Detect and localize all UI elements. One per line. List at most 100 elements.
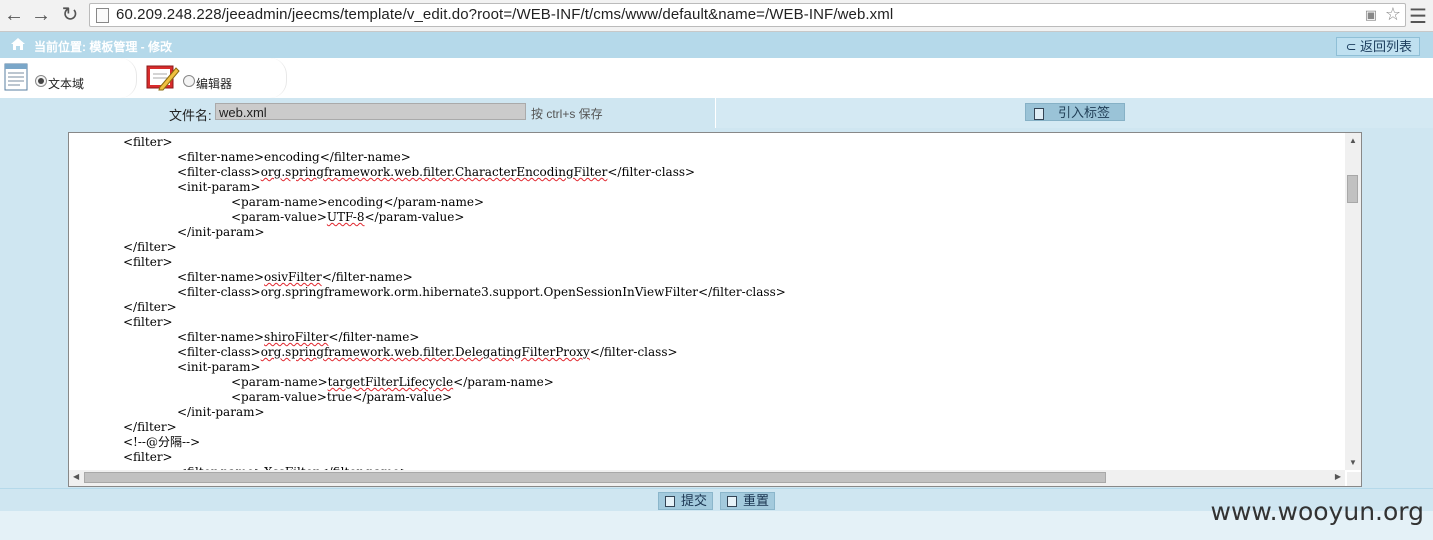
code-line: <filter> [123,315,173,330]
scroll-left-icon[interactable]: ◀ [73,472,79,481]
code-line: <filter-name>osivFilter</filter-name> [177,270,413,285]
code-line: <filter> [123,450,173,465]
code-tag: </param-value> [364,210,465,224]
code-value: org.springframework.web.filter.Character… [260,165,608,179]
insert-tag-label: 引入标签 [1057,105,1110,120]
code-text: <init-param> [177,180,261,194]
address-bar[interactable]: 60.209.248.228/jeeadmin/jeecms/template/… [89,3,1406,27]
code-text: <filter> [123,315,173,329]
code-tag: <param-name> [231,375,328,389]
code-line: <filter-name>encoding</filter-name> [177,150,411,165]
code-value: osivFilter [264,270,322,284]
mode-separator [120,58,137,98]
url-text[interactable]: 60.209.248.228/jeeadmin/jeecms/template/… [116,6,893,23]
page-icon [96,8,109,23]
filename-label: 文件名: [169,108,212,123]
reload-icon[interactable]: ↻ [59,4,81,26]
code-text: <filter> [123,450,173,464]
scroll-right-icon[interactable]: ▶ [1335,472,1341,481]
translate-icon[interactable]: ▣ [1365,7,1377,23]
save-hint: 按 ctrl+s 保存 [531,107,603,121]
resize-handle[interactable] [1347,472,1361,486]
code-line: <param-name>targetFilterLifecycle</param… [231,375,554,390]
home-icon [11,38,25,50]
vertical-scroll-thumb[interactable] [1347,175,1358,203]
back-to-list-label: 返回列表 [1359,39,1412,54]
forward-icon[interactable]: → [30,4,52,26]
reset-label: 重置 [743,493,770,508]
watermark: www.wooyun.org [1210,497,1424,526]
code-line: <filter> [123,255,173,270]
code-tag: </param-name> [383,195,485,209]
code-line: <!--@分隔--> [123,435,200,450]
code-line: <param-value>true</param-value> [231,390,452,405]
code-line: </filter> [123,240,177,255]
textarea-mode-radio[interactable] [35,75,47,87]
code-value: encoding [327,195,384,209]
code-text: </filter> [123,300,177,314]
submit-label: 提交 [681,493,708,508]
menu-icon[interactable]: ☰ [1409,4,1427,29]
breadcrumb: 当前位置: 模板管理 - 修改 [34,40,172,54]
horizontal-scrollbar[interactable]: ◀ ▶ [69,470,1345,486]
code-line: <filter-class>org.springframework.web.fi… [177,165,695,180]
editor-mode-radio[interactable] [183,75,195,87]
code-value: targetFilterLifecycle [327,375,454,389]
code-text: </init-param> [177,225,265,239]
code-tag: <filter-name> [177,270,265,284]
code-value: true [326,390,353,404]
clipboard-icon [1034,108,1044,120]
code-tag: <filter-name> [177,150,265,164]
textarea-mode-label[interactable]: 文本域 [48,75,84,92]
code-tag: <param-name> [231,195,328,209]
horizontal-scroll-thumb[interactable] [84,472,1106,483]
code-tag: <filter-class> [177,345,261,359]
scroll-up-icon[interactable]: ▲ [1349,136,1357,145]
code-line: <init-param> [177,180,261,195]
code-textarea[interactable]: <filter> <filter-name>encoding</filter-na… [68,132,1362,487]
editor-icon [146,65,180,91]
code-text: <filter> [123,135,173,149]
code-tag: </filter-name> [321,270,413,284]
code-tag: <param-value> [231,390,327,404]
filename-input[interactable]: web.xml [215,103,526,120]
browser-toolbar: ← → ↻ 60.209.248.228/jeeadmin/jeecms/tem… [0,0,1433,32]
code-line: <param-name>encoding</param-name> [231,195,484,210]
return-icon: ⊂ [1345,39,1357,54]
code-tag: <filter-class> [177,165,261,179]
back-to-list-button[interactable]: ⊂ 返回列表 [1336,37,1420,56]
code-value: encoding [264,150,320,164]
code-value: shiroFilter [264,330,329,344]
code-tag: </filter-class> [607,165,696,179]
star-icon[interactable]: ☆ [1385,4,1401,25]
location-bar: 当前位置: 模板管理 - 修改 ⊂ 返回列表 [0,32,1433,59]
code-text: </init-param> [177,405,265,419]
code-text: <filter> [123,255,173,269]
code-line: </init-param> [177,405,265,420]
reset-button[interactable]: 重置 [720,492,776,510]
edit-icon [727,496,737,507]
textarea-icon [4,63,28,91]
code-value: org.springframework.web.filter.Delegatin… [260,345,590,359]
code-line: <init-param> [177,360,261,375]
insert-tag-button[interactable]: 引入标签 [1025,103,1125,121]
code-tag: </filter-name> [319,150,411,164]
editor-mode-label[interactable]: 编辑器 [196,75,232,92]
code-line: <filter-name>shiroFilter</filter-name> [177,330,419,345]
code-text: </filter> [123,240,177,254]
code-line: <filter-class>org.springframework.web.fi… [177,345,678,360]
vertical-scrollbar[interactable]: ▲ ▼ [1345,133,1361,470]
code-value: UTF-8 [326,210,365,224]
mode-separator [270,58,287,98]
back-icon[interactable]: ← [3,4,25,26]
code-tag: </filter-class> [589,345,678,359]
code-tag: <filter-class> [177,285,261,299]
code-line: <param-value>UTF-8</param-value> [231,210,464,225]
code-tag: </filter-class> [698,285,786,299]
scroll-down-icon[interactable]: ▼ [1349,458,1357,467]
code-tag: <param-value> [231,210,327,224]
code-line: <filter-class>org.springframework.orm.hi… [177,285,786,300]
submit-button[interactable]: 提交 [658,492,714,510]
code-line: </filter> [123,420,177,435]
code-value: org.springframework.orm.hibernate3.suppo… [260,285,699,299]
